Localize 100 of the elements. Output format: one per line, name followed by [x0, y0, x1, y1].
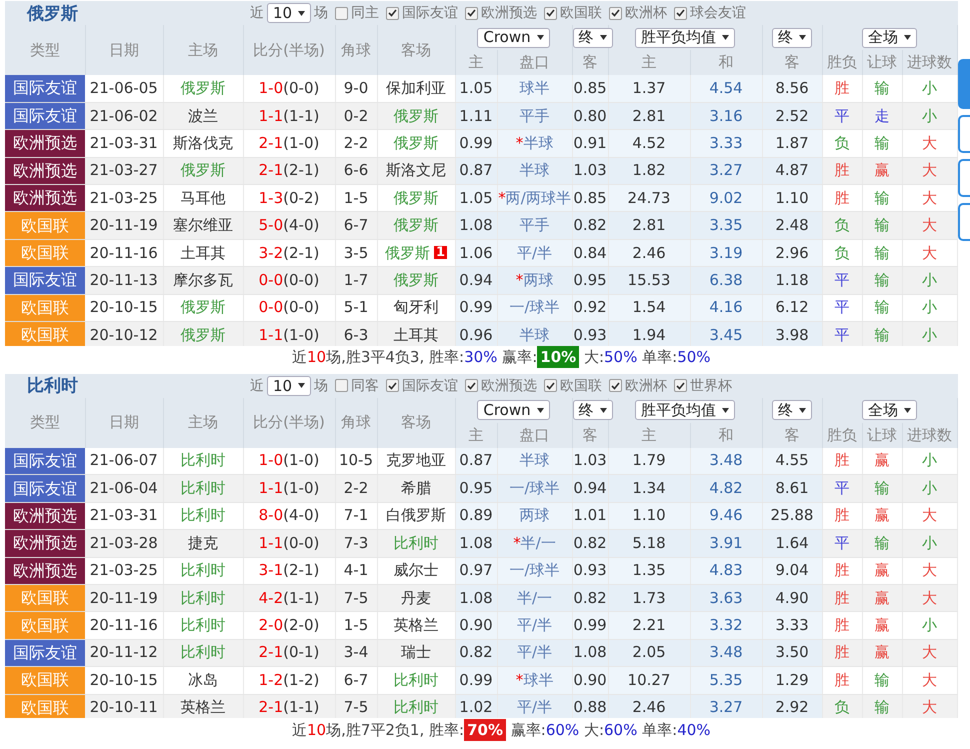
table-cell: 2-1(1-0)	[243, 130, 335, 158]
checkbox[interactable]	[465, 6, 478, 20]
table-cell: 2-2	[335, 474, 377, 502]
match-type-label: 欧国联	[5, 612, 85, 640]
table-cell: 胜	[822, 448, 862, 475]
checkbox[interactable]	[335, 6, 348, 20]
table-cell: 20-11-16	[85, 239, 163, 267]
table-cell: 1.08	[455, 530, 497, 558]
table-cell: 3.48	[690, 639, 762, 667]
table-cell: 俄罗斯	[377, 184, 455, 212]
odds-select[interactable]: 全场	[862, 28, 918, 48]
filter-label: 场	[314, 4, 328, 22]
checkbox[interactable]	[674, 379, 688, 392]
table-cell: 斯洛伐克	[163, 130, 243, 158]
table-cell: 5-0(4-0)	[243, 212, 335, 240]
checkbox[interactable]	[335, 379, 348, 392]
checkbox[interactable]	[544, 379, 558, 392]
checkbox[interactable]	[609, 6, 622, 20]
table-cell: 24.73	[608, 184, 690, 212]
table-cell: 3.63	[690, 584, 762, 612]
side-tab[interactable]	[958, 203, 970, 241]
table-cell: 0.84	[572, 239, 608, 267]
table-cell: 21-03-25	[85, 557, 163, 584]
checkbox-label: 国际友谊	[402, 4, 458, 22]
table-cell: 负	[822, 239, 862, 267]
table-cell: 0-2	[335, 102, 377, 130]
checkbox-label: 欧国联	[560, 4, 602, 22]
table-cell: 15.53	[608, 266, 690, 294]
table-cell: 小	[902, 294, 958, 322]
table-cell: 1.64	[762, 530, 822, 558]
odds-select[interactable]: Crown	[477, 28, 550, 48]
table-cell: 3-5	[335, 239, 377, 267]
odds-select[interactable]: 胜平负均值	[635, 28, 736, 48]
summary-text: 近10场,胜7平2负1, 胜率: 70% 赢率:60% 大:60% 单率:40%	[292, 720, 711, 740]
table-cell: 21-06-07	[85, 448, 163, 475]
table-cell: 2.81	[608, 102, 690, 130]
team-name: 俄罗斯	[384, 244, 430, 262]
checkbox[interactable]	[609, 379, 622, 392]
table-cell: 大	[902, 239, 958, 267]
table-cell: 4-2(1-1)	[243, 584, 335, 612]
table-cell: 比利时	[163, 474, 243, 502]
table-cell: 赢	[862, 612, 902, 640]
table-cell: 1-0(0-0)	[243, 75, 335, 102]
table-cell: 0-0(0-0)	[243, 266, 335, 294]
checkbox[interactable]	[674, 6, 688, 20]
checkbox-label: 欧洲杯	[625, 376, 668, 394]
table-cell: 1.73	[608, 584, 690, 612]
table-cell: 赢	[862, 502, 902, 530]
caret-icon	[722, 408, 730, 412]
table-cell: 小	[902, 448, 958, 475]
table-cell: 俄罗斯	[377, 266, 455, 294]
table-cell: 5.18	[608, 530, 690, 558]
odds-select[interactable]: 胜平负均值	[635, 400, 736, 420]
table-cell: 输	[862, 184, 902, 212]
table-cell: 9.46	[690, 502, 762, 530]
side-tab[interactable]	[958, 159, 970, 197]
table-cell: 0.93	[572, 557, 608, 584]
odds-select[interactable]: 终	[572, 28, 613, 48]
odds-select[interactable]: 终	[572, 400, 613, 420]
count-select[interactable]: 10	[267, 376, 312, 396]
summary-text: 近10场,胜3平4负3, 胜率:30% 赢率: 10% 大:50% 单率:50%	[292, 348, 711, 367]
checkbox[interactable]	[386, 379, 400, 392]
table-cell: 4.90	[762, 584, 822, 612]
table-cell: 俄罗斯	[377, 212, 455, 240]
checkbox[interactable]	[465, 379, 478, 392]
table-cell: 比利时	[163, 502, 243, 530]
table-cell: 1.87	[762, 130, 822, 158]
table-cell: 0.92	[572, 294, 608, 322]
checkbox[interactable]	[386, 6, 400, 20]
table-cell: 输	[862, 130, 902, 158]
odds-select[interactable]: 终	[772, 400, 812, 420]
table-cell: 2.52	[762, 102, 822, 130]
odds-select[interactable]: 全场	[862, 400, 918, 420]
count-select[interactable]: 10	[267, 3, 312, 23]
odds-select[interactable]: Crown	[477, 400, 550, 420]
caret-icon	[600, 35, 607, 40]
table-cell: 冰岛	[163, 666, 243, 694]
match-type-label: 欧洲预选	[5, 502, 85, 530]
table-cell: 0.82	[572, 584, 608, 612]
checkbox-label: 欧洲预选	[481, 4, 538, 22]
checkmark-icon	[388, 382, 398, 390]
table-cell: 大	[902, 557, 958, 584]
table-cell: 平/半	[497, 612, 572, 640]
checkbox[interactable]	[544, 6, 558, 20]
table-cell: 马耳他	[163, 184, 243, 212]
table-cell: 1.05	[455, 75, 497, 102]
table-cell: 胜	[822, 557, 862, 584]
table-cell: 比利时	[377, 530, 455, 558]
table-cell: 俄罗斯	[377, 130, 455, 158]
table-cell: 1.03	[572, 448, 608, 475]
table-cell: 输	[862, 294, 902, 322]
table-cell: 2-1(0-1)	[243, 639, 335, 667]
side-tab[interactable]	[958, 115, 970, 153]
table-cell: 比利时	[163, 612, 243, 640]
table-cell: 0.82	[455, 639, 497, 667]
table-cell: 赢	[862, 584, 902, 612]
table-cell: *两/两球半	[497, 184, 572, 212]
table-cell: 赢	[862, 448, 902, 475]
odds-select[interactable]: 终	[772, 28, 812, 48]
table-cell: 10-5	[335, 448, 377, 475]
